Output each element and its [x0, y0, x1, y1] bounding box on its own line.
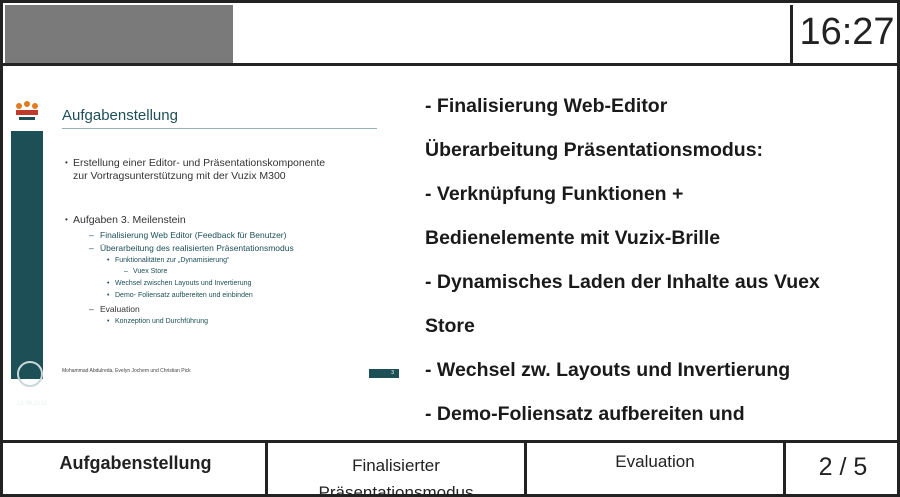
- top-bar: 16:27: [3, 3, 900, 65]
- note-line: - Verknüpfung Funktionen +: [425, 183, 684, 205]
- slide-item: Überarbeitung des realisierten Präsentat…: [100, 243, 294, 253]
- next-slide-title-line2: Präsentationsmodus: [318, 483, 474, 497]
- note-line: - Demo-Foliensatz aufbereiten und: [425, 403, 745, 425]
- next-slide-title-line1: Finalisierter: [352, 456, 440, 475]
- slide-navigation-bar: Aufgabenstellung Finalisierter Präsentat…: [3, 440, 900, 497]
- note-line: - Finalisierung Web-Editor: [425, 95, 668, 117]
- slide-date: 15.06.2018: [17, 401, 48, 407]
- slide-item: Evaluation: [100, 304, 140, 314]
- slide-dash: –: [124, 268, 128, 275]
- slide-item: Vuex Store: [133, 268, 168, 275]
- slide-sidebar: 15.06.2018: [11, 131, 47, 407]
- following-slide-title[interactable]: Evaluation: [524, 443, 783, 497]
- header-area: [233, 5, 790, 63]
- clock: 16:27: [790, 5, 900, 63]
- slide-page-number: 3: [369, 369, 399, 378]
- bullet-icon: •: [65, 158, 68, 167]
- next-slide-title[interactable]: Finalisierter Präsentationsmodus: [265, 443, 524, 497]
- slide-rule: [62, 128, 377, 129]
- slide-item: Konzeption und Durchführung: [115, 318, 209, 325]
- slide-counter: 2 / 5: [783, 443, 900, 497]
- bullet-icon: •: [65, 215, 68, 224]
- note-line: Bedienelemente mit Vuzix-Brille: [425, 227, 721, 249]
- seal-icon: [17, 361, 43, 387]
- presenter-view: 16:27 15.06.2018 Aufgabenstellung • Erst…: [0, 0, 900, 497]
- note-line: Store: [425, 315, 475, 337]
- bullet-icon: •: [107, 257, 110, 264]
- slide-dash: –: [89, 230, 94, 240]
- slide-dash: –: [89, 304, 94, 314]
- slide-dash: –: [89, 243, 94, 253]
- slide-item: Wechsel zwischen Layouts und Invertierun…: [115, 280, 252, 287]
- slide-item: Demo- Foliensatz aufbereiten und einbind…: [115, 292, 253, 299]
- slide-intro-line2: zur Vortragsunterstützung mit der Vuzix …: [73, 170, 286, 182]
- slide-preview[interactable]: 15.06.2018 Aufgabenstellung • Erstellung…: [7, 95, 399, 407]
- bullet-icon: •: [107, 280, 110, 287]
- bullet-icon: •: [107, 318, 110, 325]
- header-block: [5, 5, 233, 63]
- slide-footer: Mohammad Abdulreda, Evelyn Jochem und Ch…: [62, 368, 191, 374]
- slide-intro-line1: Erstellung einer Editor- und Präsentatio…: [73, 157, 326, 169]
- current-slide-title[interactable]: Aufgabenstellung: [6, 443, 265, 497]
- slide-item: Finalisierung Web Editor (Feedback für B…: [100, 230, 287, 240]
- note-line: - Wechsel zw. Layouts und Invertierung: [425, 359, 791, 381]
- divider: [3, 63, 900, 66]
- note-line: Überarbeitung Präsentationsmodus:: [425, 139, 764, 161]
- slide-section: Aufgaben 3. Meilenstein: [73, 214, 186, 226]
- slide-title: Aufgabenstellung: [62, 107, 178, 124]
- slide-item: Funktionalitäten zur „Dynamisierung“: [115, 257, 230, 264]
- note-line: - Dynamisches Laden der Inhalte aus Vuex: [425, 271, 820, 293]
- bullet-icon: •: [107, 292, 110, 299]
- logo-icon: [9, 99, 45, 125]
